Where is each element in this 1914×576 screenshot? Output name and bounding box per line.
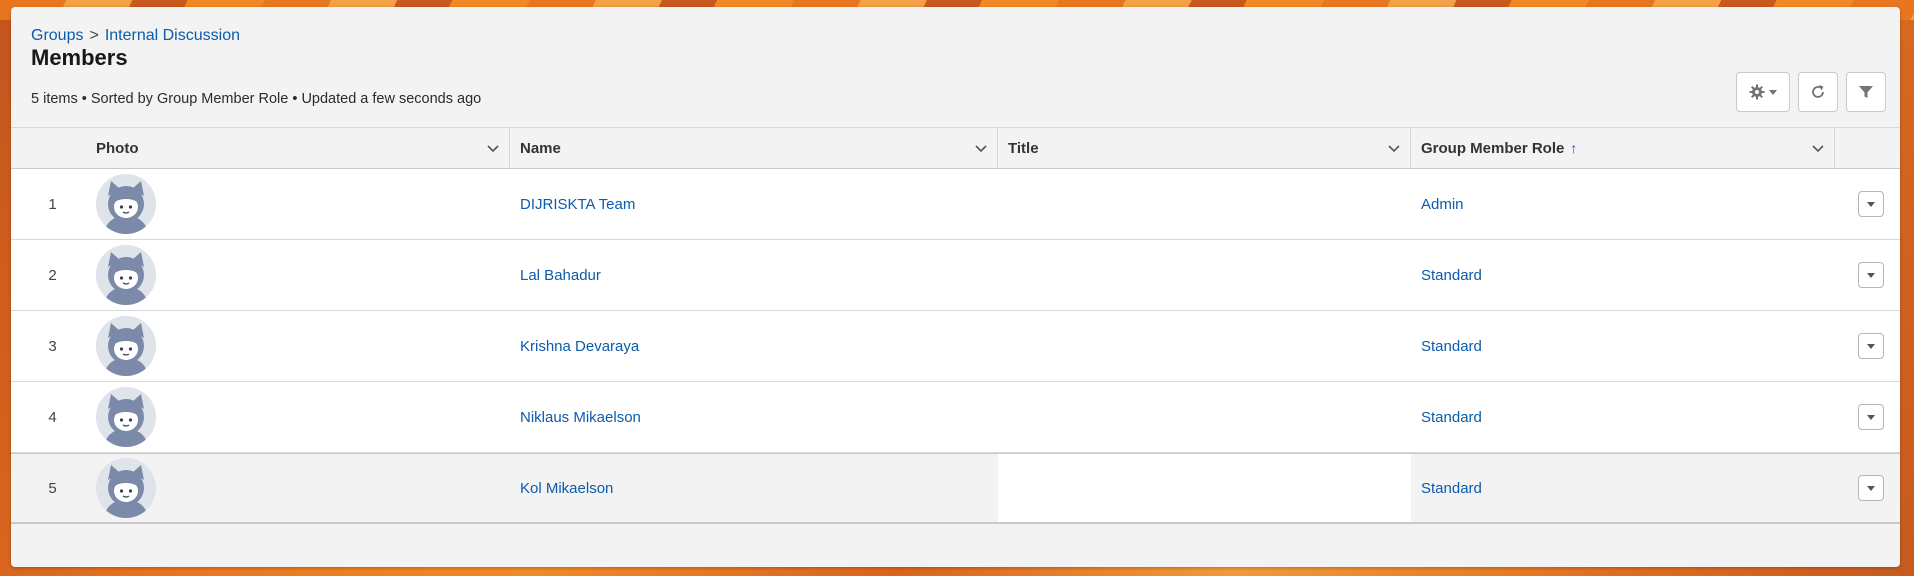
- breadcrumb-group-link[interactable]: Internal Discussion: [105, 27, 240, 45]
- title-cell: [998, 311, 1411, 381]
- member-name-link[interactable]: Lal Bahadur: [520, 267, 601, 284]
- avatar: [96, 387, 156, 447]
- photo-cell: [86, 382, 510, 452]
- member-name-link[interactable]: Krishna Devaraya: [520, 338, 639, 355]
- role-cell: Standard: [1411, 311, 1835, 381]
- role-cell: Admin: [1411, 169, 1835, 239]
- name-cell: Krishna Devaraya: [510, 311, 998, 381]
- column-header-label: Group Member Role: [1421, 139, 1565, 157]
- default-user-avatar-icon: [96, 316, 156, 376]
- caret-down-icon: [1867, 486, 1875, 491]
- caret-down-icon: [1867, 344, 1875, 349]
- chevron-down-icon[interactable]: [1810, 140, 1826, 156]
- caret-down-icon: [1867, 202, 1875, 207]
- row-actions-button[interactable]: [1858, 262, 1884, 288]
- member-role-link[interactable]: Standard: [1421, 480, 1482, 497]
- breadcrumb: Groups > Internal Discussion: [31, 27, 240, 45]
- photo-cell: [86, 240, 510, 310]
- title-cell: [998, 240, 1411, 310]
- member-name-link[interactable]: DIJRISKTA Team: [520, 196, 635, 213]
- members-list-card: Groups > Internal Discussion Members 5 i…: [11, 7, 1900, 567]
- row-actions-button[interactable]: [1858, 475, 1884, 501]
- column-header-label: Title: [1008, 139, 1039, 157]
- role-cell: Standard: [1411, 454, 1835, 522]
- member-role-link[interactable]: Standard: [1421, 267, 1482, 284]
- column-header-label: Name: [520, 139, 561, 157]
- caret-down-icon: [1867, 273, 1875, 278]
- row-actions-button[interactable]: [1858, 404, 1884, 430]
- avatar: [96, 174, 156, 234]
- avatar: [96, 316, 156, 376]
- name-cell: Niklaus Mikaelson: [510, 382, 998, 452]
- row-number: 5: [48, 479, 57, 497]
- member-name-link[interactable]: Kol Mikaelson: [520, 480, 613, 497]
- caret-down-icon: [1867, 415, 1875, 420]
- row-number: 2: [48, 266, 57, 284]
- photo-cell: [86, 311, 510, 381]
- avatar: [96, 245, 156, 305]
- breadcrumb-groups-link[interactable]: Groups: [31, 27, 83, 45]
- refresh-button[interactable]: [1798, 72, 1838, 112]
- row-actions-cell: [1835, 169, 1900, 239]
- table-row: 4 Niklaus Mikaelson Standard: [11, 382, 1900, 453]
- name-cell: Lal Bahadur: [510, 240, 998, 310]
- member-role-link[interactable]: Standard: [1421, 338, 1482, 355]
- table-row: 5 Kol Mikaelson Standard: [11, 453, 1900, 524]
- sort-ascending-icon: ↑: [1570, 140, 1578, 156]
- table-row: 3 Krishna Devaraya Standard: [11, 311, 1900, 382]
- row-actions-cell: [1835, 382, 1900, 452]
- member-name-link[interactable]: Niklaus Mikaelson: [520, 409, 641, 426]
- default-user-avatar-icon: [96, 174, 156, 234]
- actions-header: [1835, 128, 1900, 168]
- table-header-row: Photo Name Title Group Member Role ↑: [11, 128, 1900, 169]
- name-cell: DIJRISKTA Team: [510, 169, 998, 239]
- default-user-avatar-icon: [96, 387, 156, 447]
- table-row: 1 DIJRISKTA Team Admin: [11, 169, 1900, 240]
- breadcrumb-separator: >: [89, 27, 99, 44]
- row-actions-cell: [1835, 240, 1900, 310]
- column-header-photo[interactable]: Photo: [86, 128, 510, 168]
- list-settings-button[interactable]: [1736, 72, 1790, 112]
- title-cell: [998, 382, 1411, 452]
- photo-cell: [86, 454, 510, 522]
- caret-down-icon: [1768, 90, 1777, 95]
- page-title: Members: [31, 45, 128, 70]
- column-header-name[interactable]: Name: [510, 128, 998, 168]
- row-number: 3: [48, 337, 57, 355]
- role-cell: Standard: [1411, 382, 1835, 452]
- filter-icon: [1859, 86, 1873, 98]
- row-actions-button[interactable]: [1858, 333, 1884, 359]
- row-actions-cell: [1835, 454, 1900, 522]
- row-number: 4: [48, 408, 57, 426]
- default-user-avatar-icon: [96, 458, 156, 518]
- members-table: Photo Name Title Group Member Role ↑ 1 D…: [11, 127, 1900, 524]
- row-number: 1: [48, 195, 57, 213]
- list-status-text: 5 items • Sorted by Group Member Role • …: [31, 91, 482, 107]
- refresh-icon: [1812, 85, 1824, 98]
- member-role-link[interactable]: Standard: [1421, 409, 1482, 426]
- chevron-down-icon[interactable]: [1386, 140, 1402, 156]
- chevron-down-icon[interactable]: [973, 140, 989, 156]
- avatar: [96, 458, 156, 518]
- list-header: Groups > Internal Discussion Members 5 i…: [11, 7, 1900, 127]
- title-cell: [998, 169, 1411, 239]
- name-cell: Kol Mikaelson: [510, 454, 998, 522]
- row-actions-cell: [1835, 311, 1900, 381]
- photo-cell: [86, 169, 510, 239]
- column-header-label: Photo: [96, 139, 139, 157]
- filter-button[interactable]: [1846, 72, 1886, 112]
- chevron-down-icon[interactable]: [485, 140, 501, 156]
- role-cell: Standard: [1411, 240, 1835, 310]
- row-actions-button[interactable]: [1858, 191, 1884, 217]
- list-toolbar: [1736, 72, 1886, 112]
- gear-icon: [1749, 84, 1764, 100]
- table-body: 1 DIJRISKTA Team Admin 2 Lal Bahadur Sta…: [11, 169, 1900, 524]
- column-header-group-member-role[interactable]: Group Member Role ↑: [1411, 128, 1835, 168]
- default-user-avatar-icon: [96, 245, 156, 305]
- title-cell: [998, 454, 1411, 522]
- table-row: 2 Lal Bahadur Standard: [11, 240, 1900, 311]
- row-number-header: [11, 128, 86, 168]
- column-header-title[interactable]: Title: [998, 128, 1411, 168]
- member-role-link[interactable]: Admin: [1421, 196, 1464, 213]
